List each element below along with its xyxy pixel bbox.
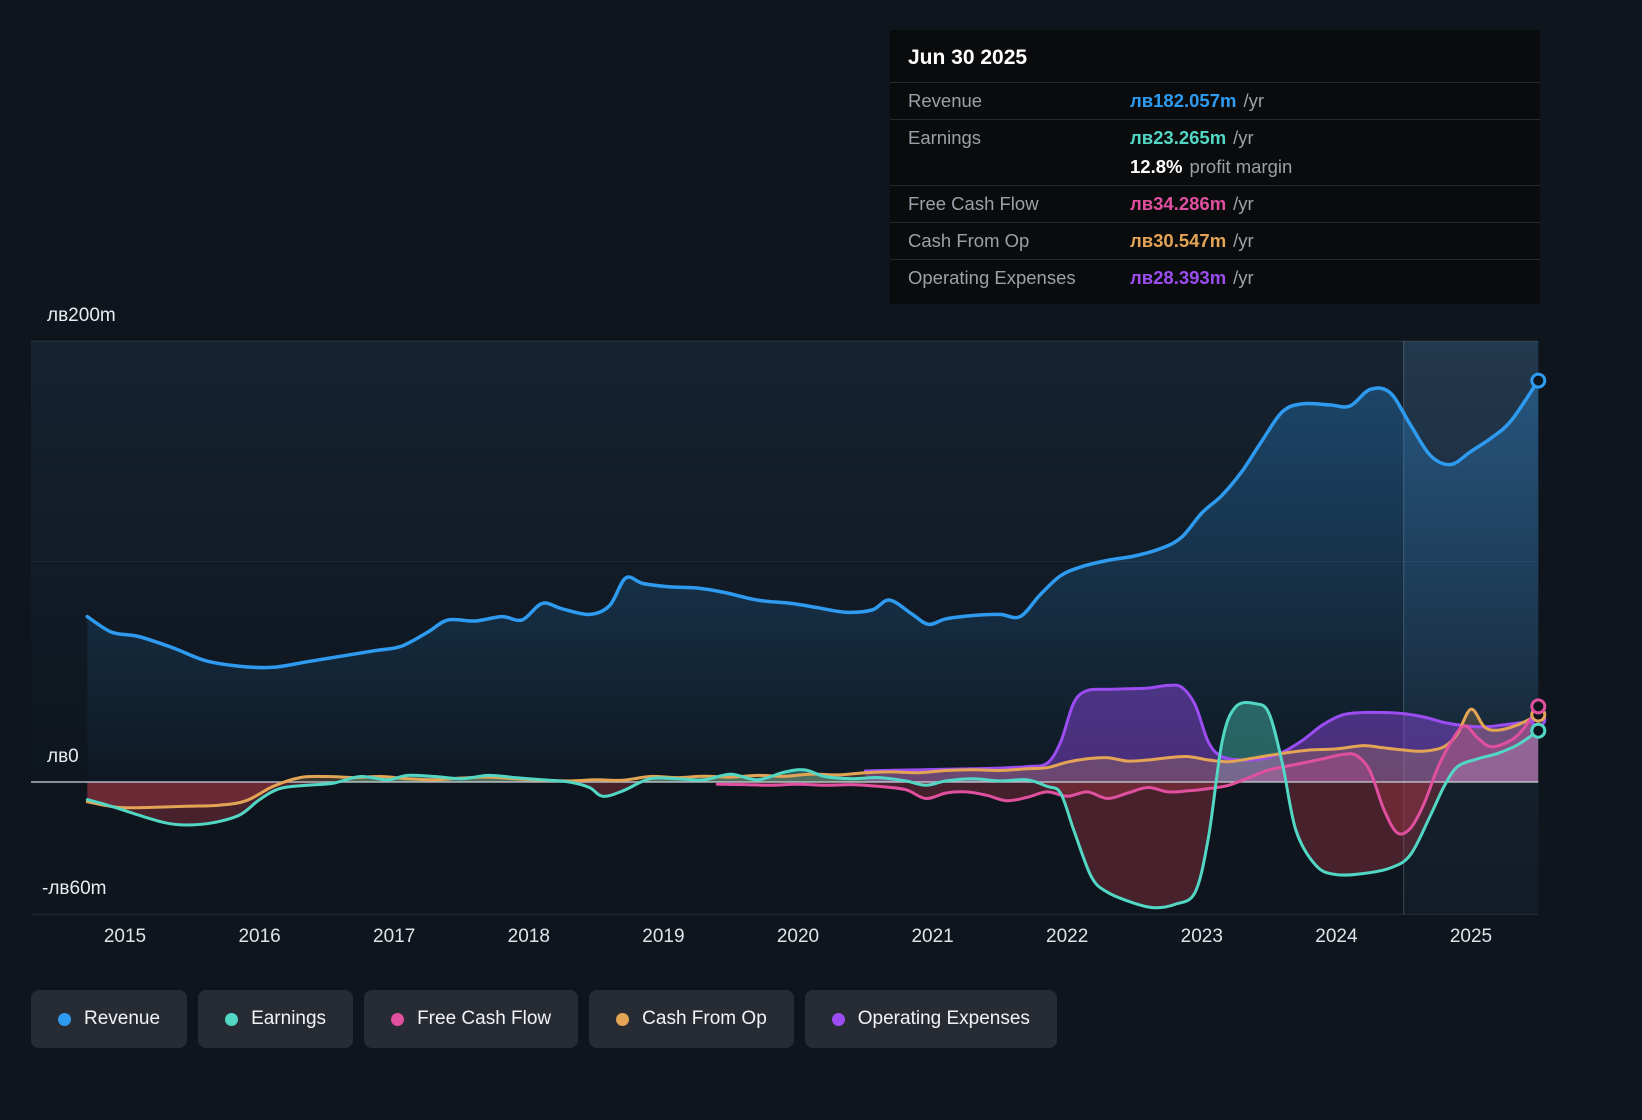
financial-history-chart-screen: лв200m лв0 -лв60m 2015 2016 2017 2018 2019 20… <box>0 0 1642 1120</box>
tooltip-suffix-earnings: /yr <box>1233 127 1254 148</box>
y-axis-label-neg60m: -лв60m <box>42 878 107 900</box>
tooltip-row-cash-from-op: Cash From Op лв30.547m /yr <box>890 222 1540 259</box>
y-axis-label-0: лв0 <box>47 746 79 767</box>
x-axis-label-2017: 2017 <box>373 926 416 947</box>
tooltip-label-revenue: Revenue <box>908 90 983 111</box>
legend-label-revenue: Revenue <box>84 1008 161 1029</box>
tooltip-value-profit-margin: 12.8% <box>1130 156 1183 177</box>
x-axis-label-2024: 2024 <box>1315 926 1358 947</box>
tooltip-value-free-cash-flow: лв34.286m <box>1130 193 1227 214</box>
free-cash-flow-legend-dot-icon <box>391 1012 405 1026</box>
legend-label-free-cash-flow: Free Cash Flow <box>417 1008 552 1029</box>
earnings-endpoint-marker[interactable] <box>1530 722 1547 739</box>
tooltip-row-free-cash-flow: Free Cash Flow лв34.286m /yr <box>890 185 1540 222</box>
cash-from-op-legend-dot-icon <box>616 1012 630 1026</box>
tooltip-row-revenue: Revenue лв182.057m /yr <box>890 82 1540 119</box>
x-axis-label-2015: 2015 <box>103 926 147 947</box>
x-axis-label-2019: 2019 <box>642 926 685 947</box>
revenue-endpoint-marker[interactable] <box>1530 372 1547 389</box>
tooltip-date: Jun 30 2025 <box>908 46 1028 69</box>
legend-item-free-cash-flow[interactable]: Free Cash Flow <box>364 990 579 1048</box>
chart-tooltip-panel: Jun 30 2025 Revenue лв182.057m /yr Earni… <box>890 30 1540 304</box>
tooltip-label-cash-from-op: Cash From Op <box>908 230 1030 251</box>
revenue-legend-dot-icon <box>58 1012 71 1026</box>
legend-label-operating-expenses: Operating Expenses <box>857 1008 1030 1029</box>
legend-item-cash-from-op[interactable]: Cash From Op <box>589 990 794 1048</box>
fcf-endpoint-marker[interactable] <box>1530 698 1547 715</box>
tooltip-value-cash-from-op: лв30.547m <box>1130 230 1227 251</box>
legend-label-cash-from-op: Cash From Op <box>642 1008 767 1029</box>
y-axis-label-200m: лв200m <box>47 305 116 326</box>
x-axis-label-2025: 2025 <box>1449 926 1493 947</box>
tooltip-value-revenue: лв182.057m <box>1130 90 1237 111</box>
earnings-legend-dot-icon <box>225 1012 239 1026</box>
chart-legend: Revenue Earnings Free Cash Flow Cash Fro… <box>31 990 1057 1048</box>
tooltip-value-operating-expenses: лв28.393m <box>1130 267 1227 288</box>
x-axis-label-2023: 2023 <box>1180 926 1223 947</box>
legend-label-earnings: Earnings <box>251 1008 327 1029</box>
x-axis-label-2016: 2016 <box>238 926 281 947</box>
operating-expenses-legend-dot-icon <box>831 1012 845 1026</box>
tooltip-row-profit-margin: 12.8% profit margin <box>890 156 1540 185</box>
x-axis-label-2021: 2021 <box>911 926 954 947</box>
tooltip-label-earnings: Earnings <box>908 127 982 148</box>
x-axis-label-2018: 2018 <box>507 926 550 947</box>
legend-item-operating-expenses[interactable]: Operating Expenses <box>804 990 1057 1048</box>
tooltip-value-earnings: лв23.265m <box>1130 127 1227 148</box>
tooltip-suffix-profit-margin: profit margin <box>1189 156 1293 177</box>
x-axis-label-2020: 2020 <box>776 926 820 947</box>
legend-item-revenue[interactable]: Revenue <box>31 990 188 1048</box>
x-axis-label-2022: 2022 <box>1046 926 1089 947</box>
tooltip-label-free-cash-flow: Free Cash Flow <box>908 193 1039 214</box>
tooltip-label-operating-expenses: Operating Expenses <box>908 267 1076 288</box>
tooltip-suffix-revenue: /yr <box>1243 90 1265 111</box>
tooltip-suffix-cash-from-op: /yr <box>1233 230 1254 251</box>
tooltip-suffix-free-cash-flow: /yr <box>1233 193 1254 214</box>
tooltip-row-earnings: Earnings лв23.265m /yr <box>890 119 1540 156</box>
tooltip-suffix-operating-expenses: /yr <box>1233 267 1254 288</box>
tooltip-row-operating-expenses: Operating Expenses лв28.393m /yr <box>890 259 1540 296</box>
legend-item-earnings[interactable]: Earnings <box>198 990 354 1048</box>
